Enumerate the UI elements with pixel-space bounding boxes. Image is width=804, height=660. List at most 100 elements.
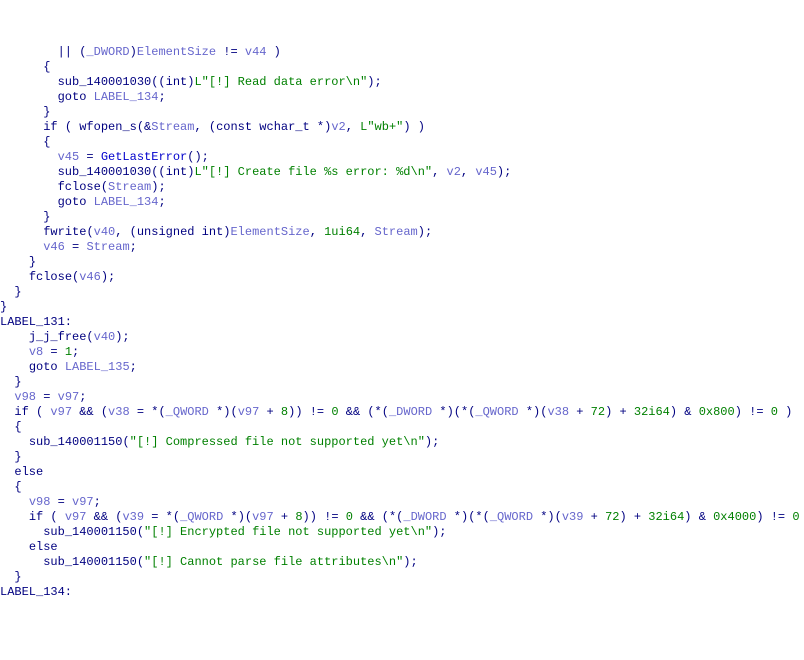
code-token: if	[43, 120, 57, 134]
code-line: }	[0, 210, 804, 225]
code-token: }	[14, 375, 21, 389]
code-line: fclose(v46);	[0, 270, 804, 285]
code-line: v98 = v97;	[0, 495, 804, 510]
code-token: = *(	[144, 510, 180, 524]
code-token: (	[137, 555, 144, 569]
code-line: v46 = Stream;	[0, 240, 804, 255]
code-token: sub_140001030	[58, 75, 152, 89]
code-token: }	[43, 105, 50, 119]
code-token: "[!] Read data error\n"	[202, 75, 368, 89]
code-token: }	[29, 255, 36, 269]
code-line: goto LABEL_134;	[0, 90, 804, 105]
code-token: = *(	[130, 405, 166, 419]
code-line: sub_140001030((int)L"[!] Create file %s …	[0, 165, 804, 180]
code-line: {	[0, 135, 804, 150]
code-token: && (	[86, 510, 122, 524]
code-token: wfopen_s	[79, 120, 137, 134]
code-token: ElementSize	[230, 225, 309, 239]
code-token: fclose	[58, 180, 101, 194]
code-token: v98	[29, 495, 51, 509]
code-token: v2	[331, 120, 345, 134]
code-token: {	[43, 60, 50, 74]
code-token: _QWORD	[166, 405, 209, 419]
code-token: 0	[346, 510, 353, 524]
code-token: v40	[94, 225, 116, 239]
code-token: wchar_t	[259, 120, 309, 134]
code-token: ElementSize	[137, 45, 216, 59]
code-token: , (	[194, 120, 216, 134]
code-token: "[!] Create file %s error: %d\n"	[202, 165, 432, 179]
code-token: v38	[547, 405, 569, 419]
code-line: goto LABEL_135;	[0, 360, 804, 375]
code-token: ,	[461, 165, 475, 179]
code-line: v98 = v97;	[0, 390, 804, 405]
code-token: );	[425, 435, 439, 449]
code-token: );	[367, 75, 381, 89]
code-line: }	[0, 285, 804, 300]
code-token: v97	[72, 495, 94, 509]
code-token: 72	[605, 510, 619, 524]
code-token: sub_140001150	[43, 525, 137, 539]
code-token: )) !=	[303, 510, 346, 524]
code-token: v8	[29, 345, 43, 359]
code-token: LABEL_134	[94, 195, 159, 209]
code-line: else	[0, 465, 804, 480]
code-token: v97	[65, 510, 87, 524]
code-token: ) &	[670, 405, 699, 419]
code-token: _DWORD	[403, 510, 446, 524]
code-token: {	[14, 480, 21, 494]
code-token: 0x800	[699, 405, 735, 419]
code-token: 0	[792, 510, 799, 524]
code-token: sub_140001150	[43, 555, 137, 569]
code-token: *)(	[533, 510, 562, 524]
code-token: unsigned	[137, 225, 195, 239]
code-token: && (*(	[339, 405, 389, 419]
code-line: {	[0, 420, 804, 435]
code-token: && (*(	[353, 510, 403, 524]
code-token: )	[800, 510, 804, 524]
code-token: ) !=	[756, 510, 792, 524]
code-line: sub_140001150("[!] Compressed file not s…	[0, 435, 804, 450]
code-token: if	[14, 405, 28, 419]
code-token: v97	[50, 405, 72, 419]
code-line: sub_140001150("[!] Encrypted file not su…	[0, 525, 804, 540]
code-token: );	[403, 555, 417, 569]
code-token: "[!] Compressed file not supported yet\n…	[130, 435, 425, 449]
code-token: _QWORD	[180, 510, 223, 524]
code-token: +	[583, 510, 605, 524]
code-line: v8 = 1;	[0, 345, 804, 360]
code-token: 32i64	[648, 510, 684, 524]
code-token: GetLastError	[101, 150, 187, 164]
code-token	[194, 225, 201, 239]
code-token: ;	[130, 360, 137, 374]
code-token: v46	[43, 240, 65, 254]
code-token: LABEL_135	[65, 360, 130, 374]
code-token: v45	[58, 150, 80, 164]
code-token: (&	[137, 120, 151, 134]
code-token: v2	[447, 165, 461, 179]
code-line: }	[0, 375, 804, 390]
code-token: ();	[187, 150, 209, 164]
code-token: ;	[158, 90, 165, 104]
code-token: goto	[29, 360, 58, 374]
code-token: L	[194, 75, 201, 89]
code-token: const	[216, 120, 252, 134]
code-token: Stream	[375, 225, 418, 239]
code-token: if	[29, 510, 43, 524]
code-token: }	[0, 300, 7, 314]
code-token: goto	[58, 195, 87, 209]
code-token: "[!] Cannot parse file attributes\n"	[144, 555, 403, 569]
code-token: }	[14, 285, 21, 299]
code-token: }	[43, 210, 50, 224]
code-line: j_j_free(v40);	[0, 330, 804, 345]
code-line: fclose(Stream);	[0, 180, 804, 195]
code-token: j_j_free	[29, 330, 87, 344]
code-token: 32i64	[634, 405, 670, 419]
code-token: 0x4000	[713, 510, 756, 524]
code-line: if ( wfopen_s(&Stream, (const wchar_t *)…	[0, 120, 804, 135]
code-token: =	[36, 390, 58, 404]
code-token: || (	[58, 45, 87, 59]
code-token: goto	[58, 90, 87, 104]
code-token: LABEL_134	[94, 90, 159, 104]
code-line: }	[0, 450, 804, 465]
